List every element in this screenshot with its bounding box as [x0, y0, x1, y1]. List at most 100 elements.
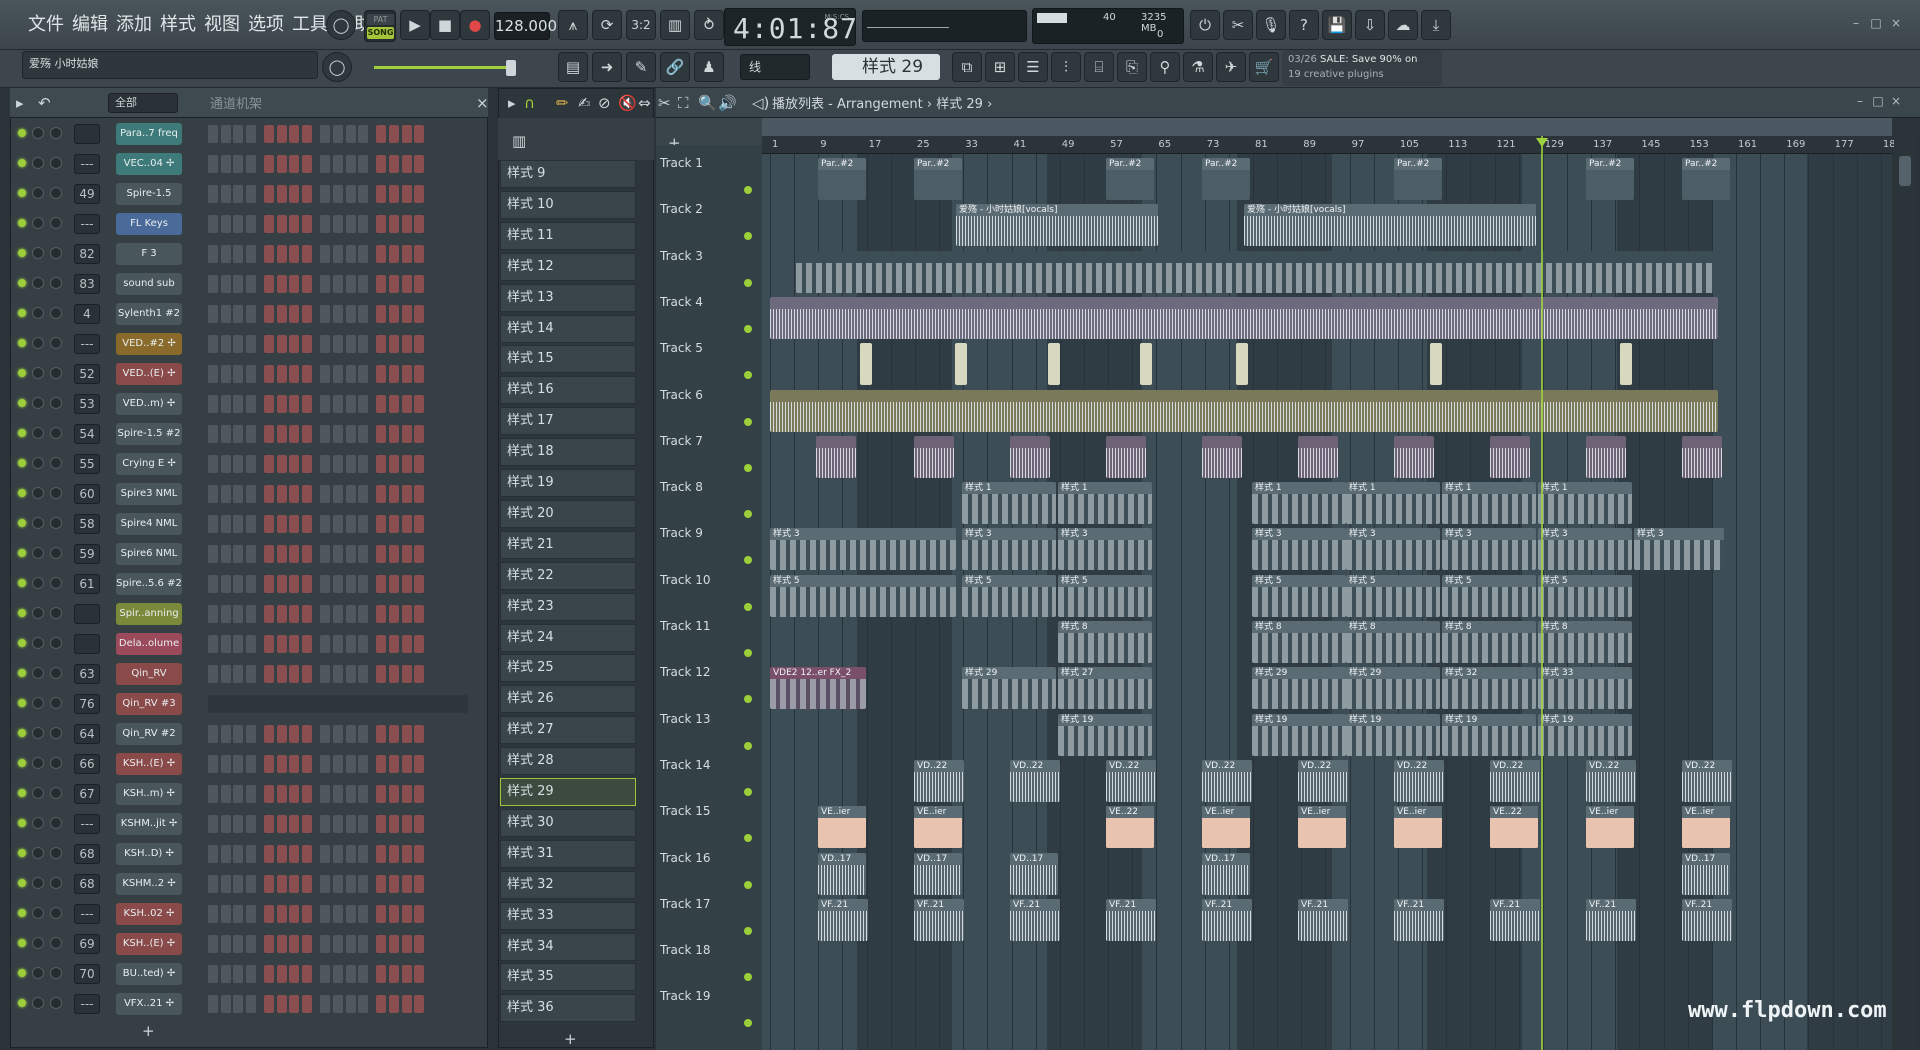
step-button[interactable]	[332, 305, 343, 323]
step-button[interactable]	[276, 635, 287, 653]
chat-icon[interactable]: ☁	[1388, 10, 1418, 40]
channel-pan-knob[interactable]	[32, 727, 44, 739]
channel-led-icon[interactable]	[18, 429, 26, 437]
step-button[interactable]	[358, 365, 369, 383]
add-pattern-button[interactable]: +	[564, 1030, 577, 1048]
step-button[interactable]	[401, 845, 412, 863]
playlist-clip[interactable]: 样式 3	[1346, 528, 1440, 571]
step-button[interactable]	[208, 545, 218, 563]
step-button[interactable]	[332, 425, 343, 443]
step-button[interactable]	[320, 575, 331, 593]
playlist-clip[interactable]: VE..ier	[914, 806, 962, 849]
news-panel[interactable]: 03/26 SALE: Save 90% on 19 creative plug…	[1282, 50, 1442, 86]
pattern-mode-label[interactable]: PAT	[367, 14, 394, 25]
step-button[interactable]	[388, 875, 399, 893]
playlist-clip[interactable]: VF..21	[1202, 898, 1252, 941]
channel-row[interactable]: --- VED..#2 ✢	[12, 330, 482, 358]
track-header[interactable]: Track 4	[660, 295, 760, 339]
channel-mixer-track[interactable]: 83	[74, 274, 100, 294]
playlist-clip[interactable]	[770, 296, 1718, 339]
playlist-clip[interactable]: VE..22	[1490, 806, 1538, 849]
step-button[interactable]	[246, 755, 257, 773]
step-button[interactable]	[208, 605, 218, 623]
step-button[interactable]	[220, 545, 231, 563]
draw-icon[interactable]: ✎	[626, 52, 656, 82]
step-button[interactable]	[414, 425, 425, 443]
step-button[interactable]	[302, 935, 313, 953]
step-button[interactable]	[220, 275, 231, 293]
rack-menu-icon[interactable]: ▸	[16, 94, 24, 112]
playlist-clip[interactable]	[1394, 435, 1434, 478]
channel-row[interactable]: 63 Qin_RV	[12, 660, 482, 688]
channel-mixer-track[interactable]: ---	[74, 814, 100, 834]
channel-pan-knob[interactable]	[32, 907, 44, 919]
step-button[interactable]	[276, 455, 287, 473]
channel-led-icon[interactable]	[18, 849, 26, 857]
channel-led-icon[interactable]	[18, 879, 26, 887]
step-button[interactable]	[302, 815, 313, 833]
track-led-icon[interactable]	[744, 649, 752, 657]
step-sequencer-icon[interactable]: ⊞	[985, 52, 1015, 82]
step-button[interactable]	[376, 725, 387, 743]
playlist-clip[interactable]: VE..ier	[1298, 806, 1346, 849]
master-volume-knob[interactable]: ◯	[326, 10, 356, 40]
step-button[interactable]	[264, 485, 275, 503]
piano-roll-preview[interactable]	[208, 695, 468, 713]
step-button[interactable]	[320, 335, 331, 353]
pattern-item[interactable]: 样式 15	[500, 345, 636, 374]
playlist-minimize-icon[interactable]: –	[1852, 94, 1868, 108]
pattern-item[interactable]: 样式 14	[500, 314, 636, 343]
step-button[interactable]	[220, 635, 231, 653]
step-button[interactable]	[208, 305, 218, 323]
menu-add[interactable]: 添加	[116, 10, 152, 36]
step-button[interactable]	[276, 245, 287, 263]
step-button[interactable]	[302, 395, 313, 413]
step-button[interactable]	[401, 815, 412, 833]
step-button[interactable]	[220, 905, 231, 923]
channel-mixer-track[interactable]: 53	[74, 394, 100, 414]
channel-led-icon[interactable]	[18, 249, 26, 257]
playlist-clip[interactable]	[1620, 343, 1632, 386]
step-button[interactable]	[388, 935, 399, 953]
track-led-icon[interactable]	[744, 926, 752, 935]
step-button[interactable]	[220, 755, 231, 773]
channel-pan-knob[interactable]	[32, 877, 44, 889]
step-button[interactable]	[358, 665, 369, 683]
channel-name-button[interactable]: KSH..02 ✢	[116, 903, 182, 925]
step-button[interactable]	[246, 545, 257, 563]
step-button[interactable]	[376, 305, 387, 323]
step-button[interactable]	[246, 305, 257, 323]
step-button[interactable]	[414, 365, 425, 383]
step-button[interactable]	[233, 905, 244, 923]
step-button[interactable]	[345, 455, 356, 473]
step-button[interactable]	[220, 845, 231, 863]
channel-name-button[interactable]: F 3	[116, 243, 182, 265]
channel-mixer-track[interactable]	[74, 604, 100, 624]
playlist-clip[interactable]: 爱殇 - 小时姑娘[vocals]	[1244, 204, 1536, 247]
step-button[interactable]	[320, 515, 331, 533]
step-button[interactable]	[302, 635, 313, 653]
playlist-clip[interactable]: VE..ier	[1682, 806, 1730, 849]
pattern-item[interactable]: 样式 21	[500, 530, 636, 559]
playlist-scrollbar[interactable]	[1894, 136, 1916, 1050]
step-button[interactable]	[208, 395, 218, 413]
channel-pan-knob[interactable]	[32, 817, 44, 829]
step-button[interactable]	[276, 755, 287, 773]
step-button[interactable]	[388, 395, 399, 413]
track-led-icon[interactable]	[744, 880, 752, 889]
channel-row[interactable]: --- VEC..04 ✢	[12, 150, 482, 178]
step-button[interactable]	[289, 875, 300, 893]
step-button[interactable]	[376, 995, 387, 1013]
step-button[interactable]	[276, 995, 287, 1013]
playlist-clip[interactable]: VD..17	[1010, 852, 1058, 895]
channel-filter-select[interactable]: 全部	[108, 93, 178, 113]
step-button[interactable]	[208, 215, 218, 233]
channel-mixer-track[interactable]: 60	[74, 484, 100, 504]
playlist-clip[interactable]: Par..#2	[818, 158, 866, 200]
step-button[interactable]	[246, 935, 257, 953]
step-button[interactable]	[414, 785, 425, 803]
step-button[interactable]	[414, 545, 425, 563]
step-button[interactable]	[358, 755, 369, 773]
channel-mixer-track[interactable]: 82	[74, 244, 100, 264]
channel-mixer-track[interactable]: ---	[74, 994, 100, 1014]
